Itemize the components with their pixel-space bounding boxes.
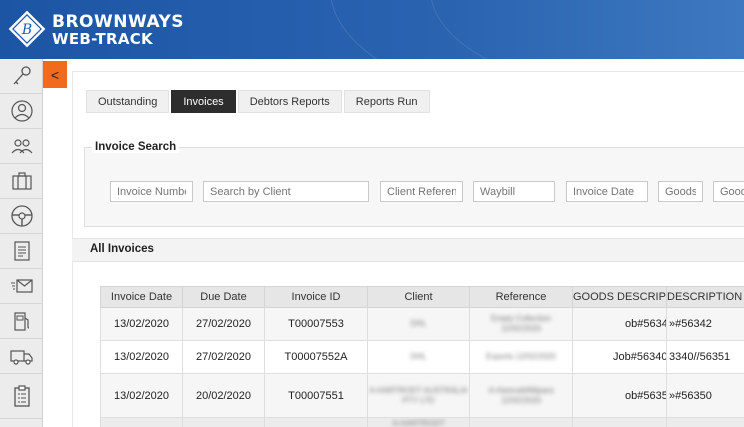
sidebar-item-users[interactable]	[0, 129, 43, 164]
reference-text: A-Hartrodt/Milpara 12/02/2020	[488, 385, 554, 405]
client-text: A-HARTRODT	[392, 418, 445, 427]
tab-debtors-reports[interactable]: Debtors Reports	[237, 90, 342, 113]
header-decoration	[430, 0, 744, 59]
client-text: DHL	[410, 352, 427, 361]
sidebar-item-steering[interactable]	[0, 199, 43, 234]
client-cell: A-HARTRODT AUSTRALIA PTY LTD	[367, 373, 470, 418]
goods-description-cell: ob#56342	[572, 307, 667, 341]
client-text: A-HARTRODT AUSTRALIA PTY LTD	[369, 385, 468, 405]
goods-description-cell: ob#56350	[572, 373, 667, 418]
column-header[interactable]: DESCRIPTION	[666, 286, 744, 308]
table-header-row: Invoice Date Due Date Invoice ID Client …	[100, 286, 744, 308]
tab-invoices[interactable]: Invoices	[171, 90, 236, 113]
svg-text:B: B	[21, 22, 32, 38]
column-header[interactable]: Client	[367, 286, 470, 308]
sidebar-item-user[interactable]	[0, 94, 43, 129]
fast-mail-icon	[10, 279, 33, 293]
reference-cell: A-Hartrodt/Milpara 12/02/2020	[469, 373, 573, 418]
sidebar	[0, 59, 43, 427]
brand-logo-icon[interactable]: B	[8, 10, 46, 48]
fuel-pump-icon	[13, 312, 29, 331]
column-header[interactable]: Due Date	[182, 286, 265, 308]
goods-description-cell: Job#56340//56351	[572, 340, 667, 374]
column-header[interactable]: Invoice Date	[100, 286, 183, 308]
document-icon	[13, 241, 30, 261]
sidebar-collapse-button[interactable]: <	[43, 61, 67, 88]
invoice-search-title: Invoice Search	[92, 141, 180, 153]
clipboard-icon	[13, 385, 30, 407]
due-date-cell: 27/02/2020	[182, 307, 265, 341]
reference-cell	[469, 417, 573, 427]
key-icon	[13, 66, 31, 85]
reference-cell: Empty Collection 12/02/2020	[469, 307, 573, 341]
invoice-date-cell	[100, 417, 183, 427]
due-date-cell	[182, 417, 265, 427]
due-date-cell: 20/02/2020	[182, 373, 265, 418]
invoice-number-input[interactable]	[110, 181, 193, 202]
invoice-id-cell[interactable]: T00007551	[264, 373, 368, 418]
app-header: B BROWNWAYS WEB-TRACK	[0, 0, 744, 59]
goods-description-cell	[572, 417, 667, 427]
all-invoices-bar	[72, 238, 744, 262]
sidebar-item-clipboard[interactable]	[0, 374, 43, 419]
table-row[interactable]: 13/02/2020 27/02/2020 T00007553 DHL Empt…	[100, 307, 744, 341]
column-header[interactable]: Reference	[469, 286, 573, 308]
steering-wheel-icon	[10, 205, 33, 227]
truck-icon	[9, 350, 33, 365]
brand-subtitle: WEB-TRACK	[52, 30, 153, 48]
description-cell	[666, 417, 744, 427]
description-cell: »#56350	[666, 373, 744, 418]
sidebar-item-luggage[interactable]	[0, 164, 43, 199]
client-text: DHL	[410, 319, 427, 328]
client-cell: DHL	[367, 307, 470, 341]
user-icon	[10, 100, 33, 122]
column-header[interactable]: Invoice ID	[264, 286, 368, 308]
waybill-input[interactable]	[473, 181, 555, 202]
due-date-cell: 27/02/2020	[182, 340, 265, 374]
luggage-icon	[11, 172, 32, 190]
goods-input[interactable]	[658, 181, 703, 202]
invoices-table: Invoice Date Due Date Invoice ID Client …	[100, 286, 744, 427]
invoice-tabs: Outstanding Invoices Debtors Reports Rep…	[86, 90, 432, 113]
tab-reports-run[interactable]: Reports Run	[343, 90, 430, 113]
invoice-id-cell[interactable]: T00007552A	[264, 340, 368, 374]
invoice-id-cell[interactable]: T00007553	[264, 307, 368, 341]
sidebar-item-truck[interactable]	[0, 339, 43, 374]
table-row[interactable]: 13/02/2020 27/02/2020 T00007552A DHL Exp…	[100, 340, 744, 374]
reference-text: Exports 12/02/2020	[486, 352, 556, 361]
invoice-date-cell: 13/02/2020	[100, 307, 183, 341]
description-cell: »#56342	[666, 307, 744, 341]
invoice-date-input[interactable]	[566, 181, 648, 202]
reference-text: Empty Collection 12/02/2020	[490, 314, 552, 333]
client-cell: A-HARTRODT	[367, 417, 470, 427]
invoice-id-cell[interactable]	[264, 417, 368, 427]
client-cell: DHL	[367, 340, 470, 374]
invoice-date-cell: 13/02/2020	[100, 373, 183, 418]
client-reference-input[interactable]	[380, 181, 463, 202]
description-cell: 3340//56351	[666, 340, 744, 374]
sidebar-item-documents[interactable]	[0, 234, 43, 269]
tab-outstanding[interactable]: Outstanding	[86, 90, 170, 113]
invoice-date-cell: 13/02/2020	[100, 340, 183, 374]
all-invoices-title: All Invoices	[90, 243, 154, 255]
sidebar-item-key[interactable]	[0, 59, 43, 94]
reference-cell: Exports 12/02/2020	[469, 340, 573, 374]
brand-name: BROWNWAYS	[52, 12, 185, 32]
sidebar-item-mail[interactable]	[0, 269, 43, 304]
goods-description-input[interactable]	[713, 181, 744, 202]
table-row[interactable]: A-HARTRODT	[100, 417, 744, 427]
users-icon	[11, 139, 32, 154]
column-header[interactable]: GOODS DESCRIPTION	[572, 286, 667, 308]
client-search-input[interactable]	[203, 181, 369, 202]
table-row[interactable]: 13/02/2020 20/02/2020 T00007551 A-HARTRO…	[100, 373, 744, 418]
sidebar-item-fuel[interactable]	[0, 304, 43, 339]
